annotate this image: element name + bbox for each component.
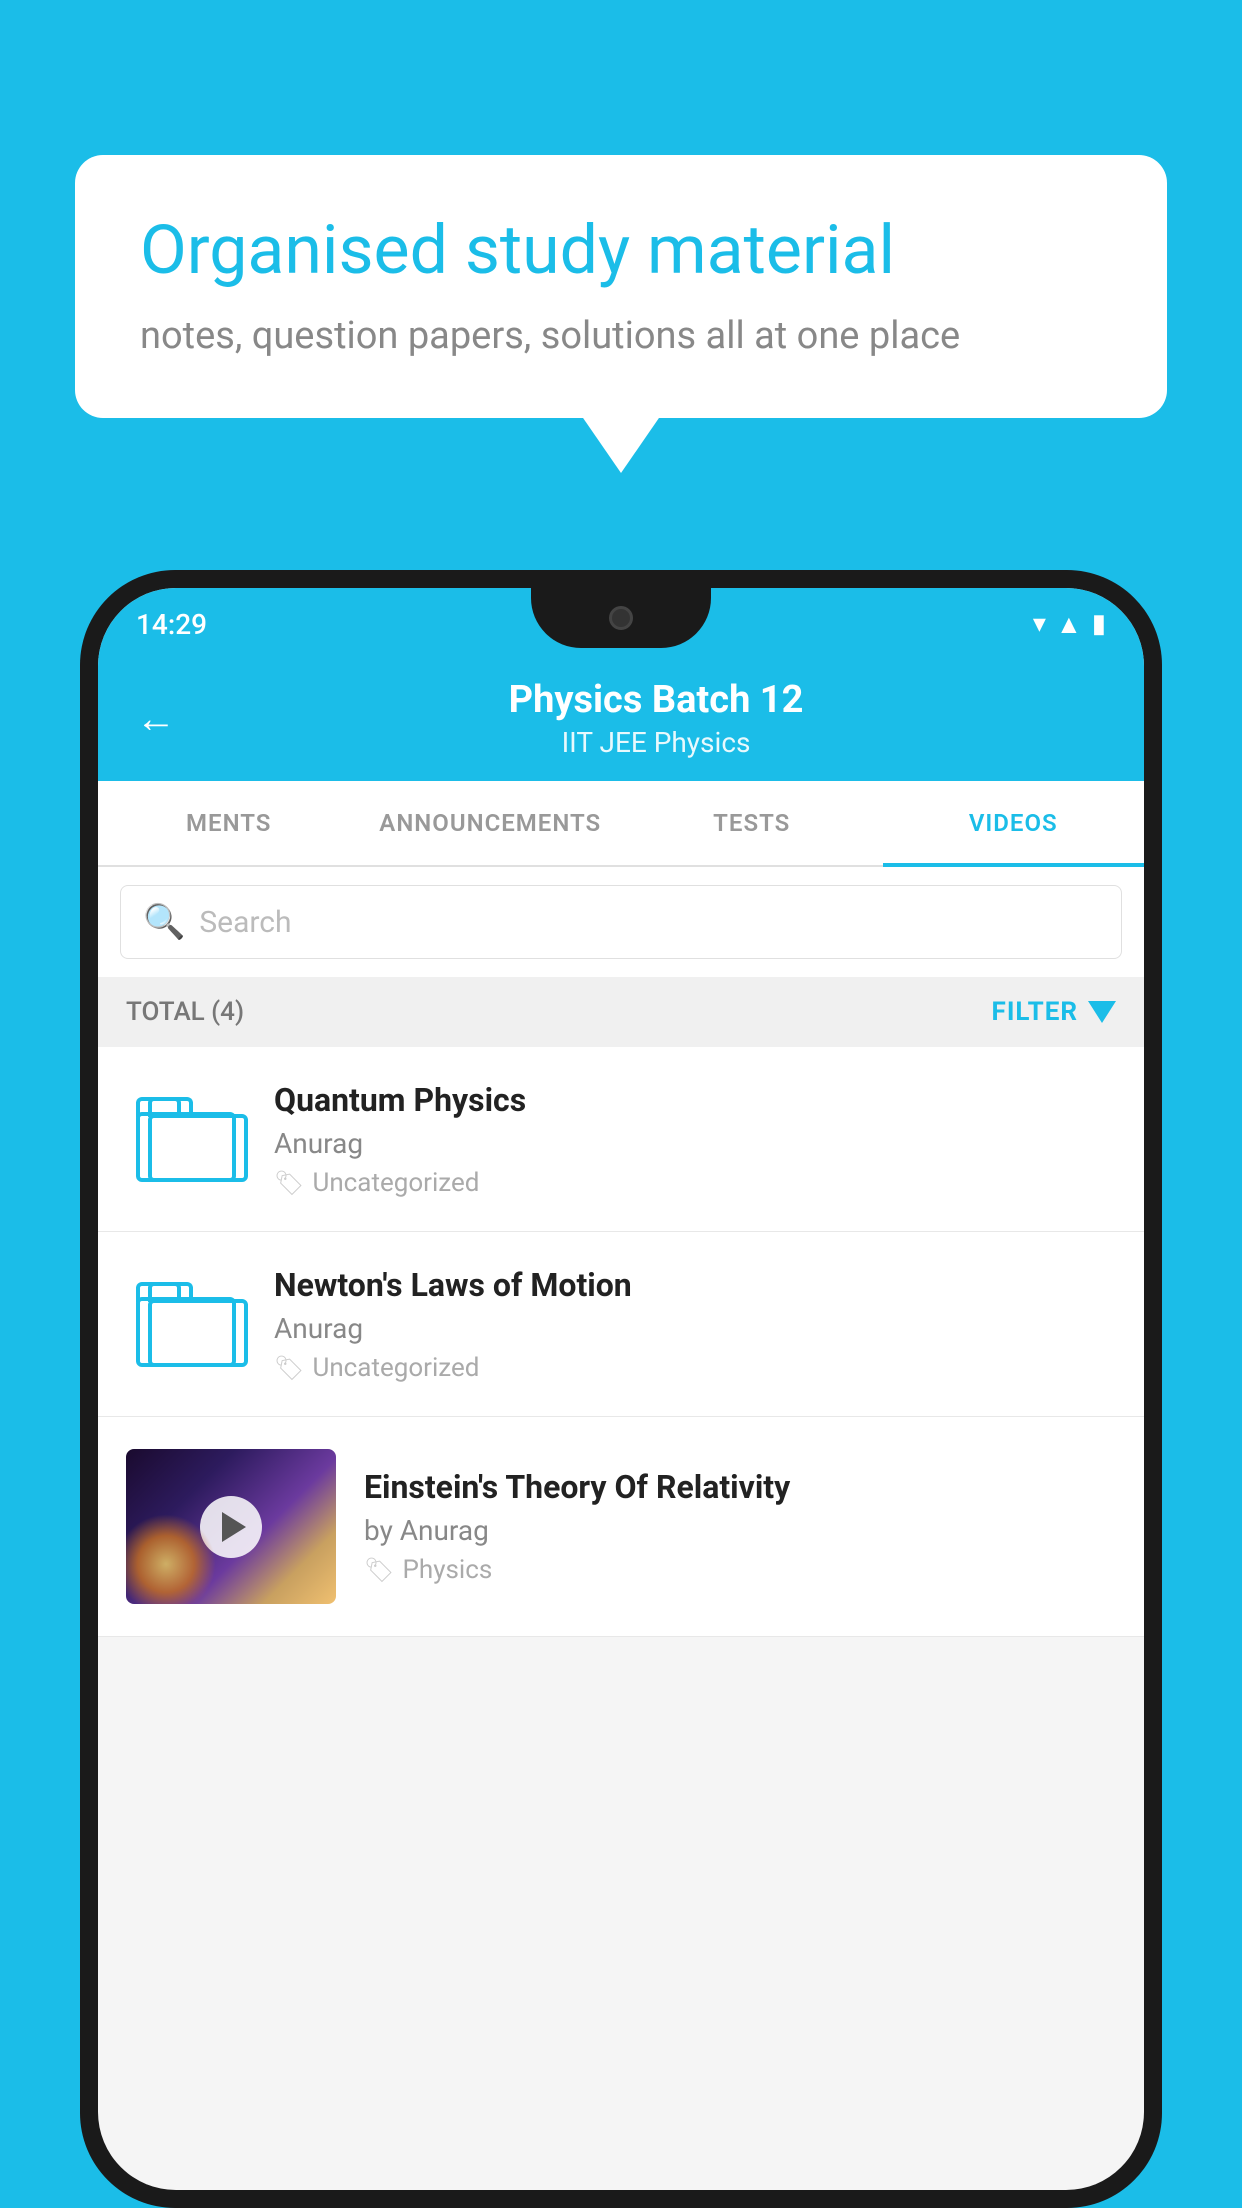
notch [531, 588, 711, 648]
play-icon [222, 1512, 246, 1542]
video-author-1: Anurag [274, 1127, 1116, 1160]
header-main-title: Physics Batch 12 [206, 678, 1106, 722]
video-tag-2: 🏷 Uncategorized [274, 1353, 1116, 1383]
battery-icon: ▮ [1092, 609, 1106, 639]
camera [609, 606, 633, 630]
tag-icon-3: 🏷 [364, 1556, 394, 1584]
phone-outer: 14:29 ▾ ▲ ▮ ← Physics Batch 12 IIT JEE P… [80, 570, 1162, 2208]
status-time: 14:29 [136, 608, 207, 641]
tab-announcements[interactable]: ANNOUNCEMENTS [360, 781, 622, 865]
tag-icon-1: 🏷 [274, 1169, 304, 1197]
tab-videos[interactable]: VIDEOS [883, 781, 1145, 865]
search-icon: 🔍 [143, 902, 185, 942]
status-bar: 14:29 ▾ ▲ ▮ [98, 588, 1144, 660]
speech-bubble-subtitle: notes, question papers, solutions all at… [140, 314, 1102, 358]
wifi-icon: ▾ [1033, 609, 1046, 639]
phone-wrapper: 14:29 ▾ ▲ ▮ ← Physics Batch 12 IIT JEE P… [80, 570, 1162, 2208]
header-subtitle: IIT JEE Physics [206, 726, 1106, 759]
video-info-1: Quantum Physics Anurag 🏷 Uncategorized [274, 1081, 1116, 1198]
list-item[interactable]: Quantum Physics Anurag 🏷 Uncategorized [98, 1047, 1144, 1232]
speech-bubble: Organised study material notes, question… [75, 155, 1167, 418]
tag-label-2: Uncategorized [312, 1353, 479, 1383]
video-list: Quantum Physics Anurag 🏷 Uncategorized [98, 1047, 1144, 1637]
folder-icon-2 [136, 1282, 236, 1367]
folder-icon-1 [136, 1097, 236, 1182]
app-header: ← Physics Batch 12 IIT JEE Physics [98, 660, 1144, 781]
video-title-3: Einstein's Theory Of Relativity [364, 1468, 1116, 1506]
video-info-3: Einstein's Theory Of Relativity by Anura… [364, 1468, 1116, 1585]
back-button[interactable]: ← [136, 695, 176, 742]
tabs-bar: MENTS ANNOUNCEMENTS TESTS VIDEOS [98, 781, 1144, 867]
status-icons: ▾ ▲ ▮ [1033, 609, 1106, 640]
search-bar: 🔍 Search [98, 867, 1144, 977]
speech-bubble-title: Organised study material [140, 210, 1102, 292]
filter-button[interactable]: FILTER [992, 997, 1116, 1027]
folder-front [148, 1114, 248, 1182]
tag-label-1: Uncategorized [312, 1168, 479, 1198]
video-tag-3: 🏷 Physics [364, 1555, 1116, 1585]
tab-tests[interactable]: TESTS [621, 781, 883, 865]
video-author-3: by Anurag [364, 1514, 1116, 1547]
folder-front-2 [148, 1299, 248, 1367]
tab-ments[interactable]: MENTS [98, 781, 360, 865]
list-item[interactable]: Newton's Laws of Motion Anurag 🏷 Uncateg… [98, 1232, 1144, 1417]
header-title-block: Physics Batch 12 IIT JEE Physics [206, 678, 1106, 759]
list-item[interactable]: Einstein's Theory Of Relativity by Anura… [98, 1417, 1144, 1637]
signal-icon: ▲ [1056, 609, 1082, 640]
phone-inner: 14:29 ▾ ▲ ▮ ← Physics Batch 12 IIT JEE P… [98, 588, 1144, 2190]
search-placeholder: Search [199, 905, 291, 940]
total-count: TOTAL (4) [126, 997, 244, 1027]
filter-icon [1088, 1001, 1116, 1023]
tag-icon-2: 🏷 [274, 1354, 304, 1382]
video-title-2: Newton's Laws of Motion [274, 1266, 1116, 1304]
video-thumbnail-3 [126, 1449, 336, 1604]
filter-bar: TOTAL (4) FILTER [98, 977, 1144, 1047]
speech-bubble-container: Organised study material notes, question… [75, 155, 1167, 418]
tag-label-3: Physics [402, 1555, 492, 1585]
video-info-2: Newton's Laws of Motion Anurag 🏷 Uncateg… [274, 1266, 1116, 1383]
folder-thumbnail-2 [126, 1264, 246, 1384]
search-input-wrap[interactable]: 🔍 Search [120, 885, 1122, 959]
video-title-1: Quantum Physics [274, 1081, 1116, 1119]
video-tag-1: 🏷 Uncategorized [274, 1168, 1116, 1198]
video-author-2: Anurag [274, 1312, 1116, 1345]
folder-thumbnail-1 [126, 1079, 246, 1199]
filter-label: FILTER [992, 997, 1078, 1027]
